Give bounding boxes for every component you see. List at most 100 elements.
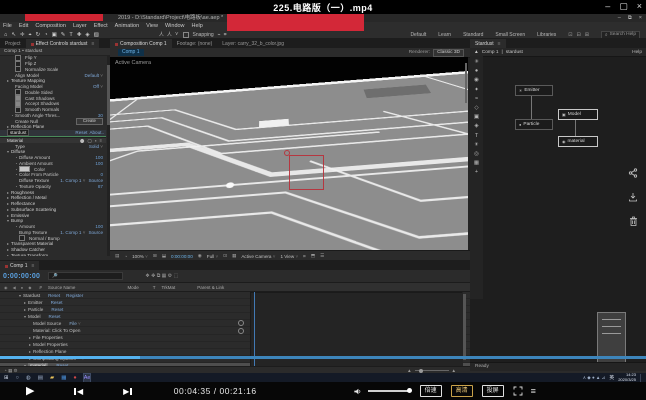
stopwatch-icon[interactable] (238, 320, 244, 326)
checkbox[interactable] (15, 107, 21, 113)
panel-menu-icon[interactable]: ≡ (91, 41, 94, 47)
menu-item[interactable]: Edit (19, 23, 28, 29)
layer-selection-rect[interactable] (289, 155, 324, 190)
reset-link[interactable]: Reset (48, 293, 60, 298)
col-number[interactable]: # (39, 285, 42, 290)
hand-icon[interactable]: ◔ (124, 254, 127, 259)
replica-node-tool-icon[interactable]: ◉ (474, 77, 479, 83)
volume-icon[interactable] (353, 387, 362, 396)
puppet-tool-icon[interactable]: 人 (159, 31, 164, 38)
emitter-node-tool-icon[interactable]: ✳ (474, 59, 479, 65)
numeric-value[interactable]: 100 (95, 161, 103, 166)
aux-node-tool-icon[interactable]: ✦ (474, 87, 479, 93)
comp-tab[interactable]: Layer: carry_32_b_color.jpg (217, 39, 289, 48)
menu-item[interactable]: Composition (35, 23, 66, 29)
after-effects-icon[interactable]: Ae (84, 374, 91, 382)
app-blue-icon[interactable]: ▦ (61, 374, 66, 382)
menu-item[interactable]: Effect (94, 23, 108, 29)
layer-anchor-point[interactable] (284, 150, 290, 156)
stopwatch-icon[interactable] (238, 328, 244, 334)
map-node-tool-icon[interactable]: ▦ (474, 160, 479, 166)
workspace-overflow-icon[interactable]: ⊞ (585, 32, 589, 38)
menu-item[interactable]: File (3, 23, 12, 29)
reset-link[interactable]: Reset (51, 300, 63, 305)
playlist-icon[interactable]: ≡ (531, 386, 536, 396)
play-button[interactable]: ▶ (26, 382, 34, 400)
timeline-ruler[interactable]: 01s02s03s04s05s (250, 292, 462, 293)
dropdown-value[interactable]: File (69, 321, 80, 326)
comp-breadcrumb[interactable]: Comp 1 (118, 49, 144, 56)
timeline-track-area[interactable] (250, 292, 463, 366)
ae-restore-icon[interactable]: ⧉ (628, 14, 632, 22)
grid-icon[interactable]: ⊞ (153, 253, 157, 259)
maximize-icon[interactable]: ▢ (619, 0, 628, 13)
workspace-tab[interactable]: Learn (438, 32, 451, 38)
force-node-tool-icon[interactable]: ≈ (475, 96, 478, 102)
puppet-advanced-tool-icon[interactable]: 人 (167, 31, 172, 38)
col-parent-link[interactable]: Parent & Link (197, 285, 224, 290)
camera-node-tool-icon[interactable]: ◎ (474, 151, 479, 157)
snap-edges-icon[interactable]: ⌁ (218, 32, 221, 38)
workspace-bar-icon-2[interactable]: ⊟ (577, 32, 581, 38)
effect-property-row[interactable]: ▸ Texture Transform (0, 253, 106, 257)
model-node-tool-icon[interactable]: ▣ (474, 114, 479, 120)
next-button[interactable]: ▶ (123, 387, 132, 396)
effect-property-row[interactable]: Material ⬤ ◯ ▪ ≡ (0, 137, 106, 144)
menu-item[interactable]: Window (165, 23, 185, 29)
file-explorer-icon[interactable]: ▰ (50, 374, 54, 382)
menu-item[interactable]: Animation (115, 23, 139, 29)
zoom-select[interactable]: 100% (132, 254, 148, 259)
comp-timecode[interactable]: 0:00:00:00 (171, 254, 193, 259)
comp-tab[interactable]: Composition Comp 1 (110, 39, 172, 48)
node-particle[interactable]: ● Particle (515, 119, 553, 130)
col-mode[interactable]: Mode (127, 285, 138, 290)
minimize-icon[interactable]: – (605, 0, 610, 13)
stardust-breadcrumb-comp[interactable]: Comp 1 (482, 50, 499, 55)
tab-project[interactable]: Project (0, 39, 26, 48)
composition-viewport[interactable]: Active Camera (110, 57, 468, 250)
fullscreen-icon[interactable] (513, 386, 523, 396)
workspace-tab[interactable]: Libraries (537, 32, 556, 38)
dropdown-source[interactable]: Source (88, 178, 103, 183)
about-link[interactable]: About.. (89, 130, 104, 135)
menu-item[interactable]: Help (192, 23, 203, 29)
stardust-breadcrumb-effect[interactable]: stardust (506, 50, 523, 55)
dropdown-value[interactable]: Solid (89, 144, 103, 149)
timeline-scrollbar[interactable] (463, 294, 466, 360)
magnify-icon[interactable]: ▤ (115, 253, 119, 259)
player-option-button[interactable]: 投屏 (482, 385, 504, 397)
cortana-icon[interactable]: ◍ (26, 374, 31, 382)
reset-link[interactable]: Reset (75, 130, 87, 135)
task-view-icon[interactable]: ▤ (38, 374, 43, 382)
view-layout-select[interactable]: 1 View (280, 254, 298, 259)
app-red-icon[interactable]: ● (73, 374, 76, 382)
flowchart-icon[interactable]: ☰ (320, 253, 324, 259)
col-source-name[interactable]: Source Name (48, 285, 76, 290)
roto-brush-tool-icon[interactable]: ⋎ (175, 31, 179, 38)
tab-stardust[interactable]: Stardust ≡ (470, 39, 506, 48)
menu-item[interactable]: Layer (73, 23, 87, 29)
comp-tab[interactable]: Footage: (none) (172, 39, 218, 48)
dropdown-value[interactable]: 1. Comp 1 (60, 230, 85, 235)
numeric-value[interactable]: 100 (95, 224, 103, 229)
numeric-value[interactable]: 0 (100, 172, 103, 177)
help-link[interactable]: Help (632, 50, 642, 55)
node-model[interactable]: ▣ Model (558, 109, 598, 120)
color-swatch[interactable] (19, 166, 30, 172)
transparency-icon[interactable]: ▦ (232, 253, 236, 259)
search-icon[interactable]: ○ (16, 374, 19, 382)
viewport-scrollbar[interactable] (465, 63, 467, 103)
dropdown-source[interactable]: Source (88, 230, 103, 235)
share-nodes-icon[interactable] (628, 168, 638, 178)
snapshot-icon[interactable]: ◉ (198, 253, 202, 259)
tray-icons[interactable]: ∧ ◆ ● ▲ ⊿ (583, 375, 606, 381)
ae-minimize-icon[interactable]: – (618, 14, 621, 22)
roi-icon[interactable]: ⊡ (223, 253, 227, 259)
tab-timeline-comp1[interactable]: Comp 1 ≡ (0, 261, 39, 270)
renderer-value[interactable]: Classic 3D (433, 49, 464, 57)
previous-button[interactable]: ◀ (74, 387, 83, 396)
timeline-search-input[interactable]: 🔎 (48, 272, 123, 280)
add-node-tool-icon[interactable]: + (475, 169, 478, 175)
light-node-tool-icon[interactable]: T (475, 133, 478, 139)
timeline-toggle-icons[interactable]: ❖ ✥ ⧉ ▦ ⚙ ⬚ (145, 273, 178, 279)
